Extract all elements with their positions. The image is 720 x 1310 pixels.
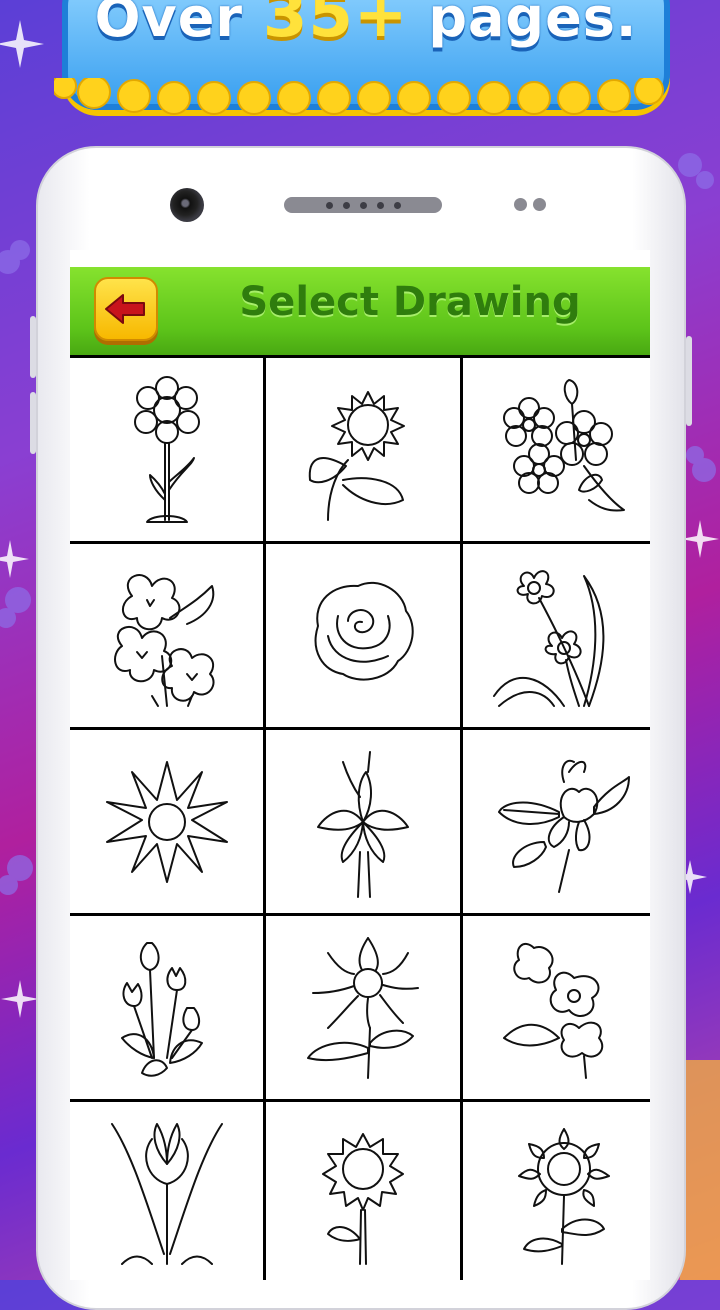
lily-icon (316, 750, 409, 898)
drawing-tile[interactable] (266, 358, 460, 541)
drawing-tile[interactable] (70, 544, 264, 727)
magnolia-icon (498, 759, 631, 893)
tulip-icon (110, 1122, 223, 1265)
daffodil-icon (493, 569, 605, 707)
phone-speaker (284, 197, 442, 213)
front-camera-icon (170, 188, 204, 222)
drawing-tile[interactable] (266, 916, 460, 1099)
app-screen: Select Drawing (70, 250, 650, 1280)
drawing-tile[interactable] (462, 916, 650, 1099)
drawing-tile[interactable] (70, 1102, 264, 1280)
drawing-tile[interactable] (266, 544, 460, 727)
drawing-tile[interactable] (70, 358, 264, 541)
drawing-tile[interactable] (266, 1102, 460, 1280)
orchid-icon (503, 942, 604, 1079)
promo-text-before: Over (94, 0, 244, 49)
promo-text: Over 35+ pages. (68, 0, 664, 52)
back-button[interactable] (94, 277, 158, 341)
drawing-tile[interactable] (70, 730, 264, 913)
drawing-tile[interactable] (266, 730, 460, 913)
promo-text-after: pages. (428, 0, 638, 49)
back-arrow-icon (105, 294, 145, 324)
daisy-flower-icon (133, 375, 200, 523)
drawing-tile[interactable] (70, 916, 264, 1099)
phone-side-button (686, 336, 692, 426)
dahlia-icon (105, 760, 228, 883)
phone-volume-button (30, 316, 36, 378)
sunflower-icon (321, 1132, 404, 1265)
drawing-tile[interactable] (462, 730, 650, 913)
gerbera-icon (518, 1127, 611, 1265)
page-title: Select Drawing (239, 279, 581, 325)
rose-icon (314, 581, 414, 681)
drawing-tile[interactable] (462, 358, 650, 541)
drawing-tile[interactable] (462, 1102, 650, 1280)
phone-power-button (30, 392, 36, 454)
flower-bouquet-icon (503, 378, 626, 511)
promo-count: 35+ (262, 0, 409, 52)
pansy-flowers-icon (113, 573, 215, 707)
phone-sensors (514, 198, 546, 211)
sunflower-leaves-icon (308, 390, 405, 521)
banner-scallop-edge (54, 78, 664, 115)
zinnia-icon (306, 936, 419, 1079)
header-bar: Select Drawing (70, 267, 650, 355)
drawing-grid (70, 355, 650, 1280)
crocus-bunch-icon (120, 941, 203, 1077)
drawing-tile[interactable] (462, 544, 650, 727)
